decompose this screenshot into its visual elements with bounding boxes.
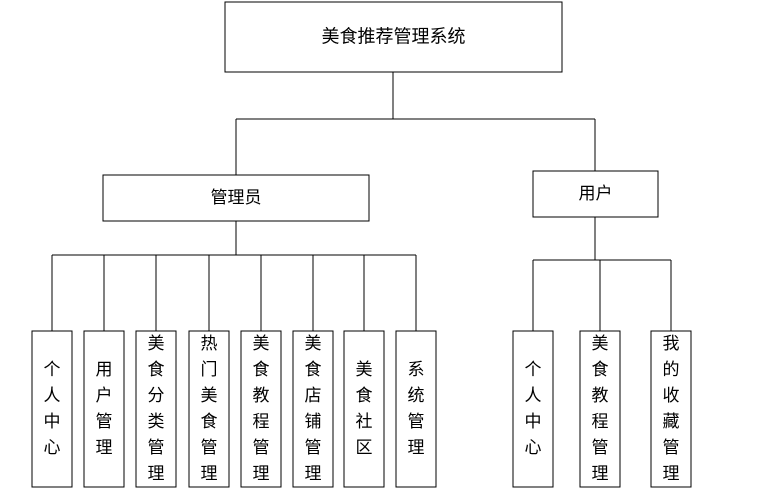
leaf-node-admin-0-box <box>31 330 73 488</box>
root-node: 美食推荐管理系统 <box>224 1 563 73</box>
leaf-node-user-1: 美食教程管理 <box>579 330 621 488</box>
leaf-node-admin-6: 美食社区 <box>343 330 385 488</box>
node-label: 用户 <box>579 184 613 204</box>
leaf-node-admin-7: 系统管理 <box>395 330 437 488</box>
node-label: 美食推荐管理系统 <box>322 27 466 48</box>
branch-node-user: 用户 <box>532 170 659 218</box>
branch-node-admin: 管理员 <box>102 174 370 222</box>
leaf-node-admin-2: 美食分类管理 <box>135 330 177 488</box>
leaf-node-admin-4: 美食教程管理 <box>240 330 282 488</box>
leaf-node-admin-1-box <box>83 330 125 488</box>
node-label: 管理员 <box>211 188 262 208</box>
leaf-node-user-0: 个人中心 <box>512 330 554 488</box>
leaf-node-user-2: 我的收藏管理 <box>650 330 692 488</box>
leaf-node-admin-7-box <box>395 330 437 488</box>
leaf-node-admin-1: 用户管理 <box>83 330 125 488</box>
system-structure-diagram: 美食推荐管理系统管理员个人中心用户管理美食分类管理热门美食管理美食教程管理美食店… <box>31 1 692 488</box>
leaf-node-admin-3: 热门美食管理 <box>188 330 230 488</box>
diagram-nodes: 美食推荐管理系统管理员个人中心用户管理美食分类管理热门美食管理美食教程管理美食店… <box>31 1 692 488</box>
leaf-node-admin-0: 个人中心 <box>31 330 73 488</box>
leaf-node-admin-6-box <box>343 330 385 488</box>
leaf-node-admin-5: 美食店铺管理 <box>292 330 334 488</box>
leaf-node-user-0-box <box>512 330 554 488</box>
